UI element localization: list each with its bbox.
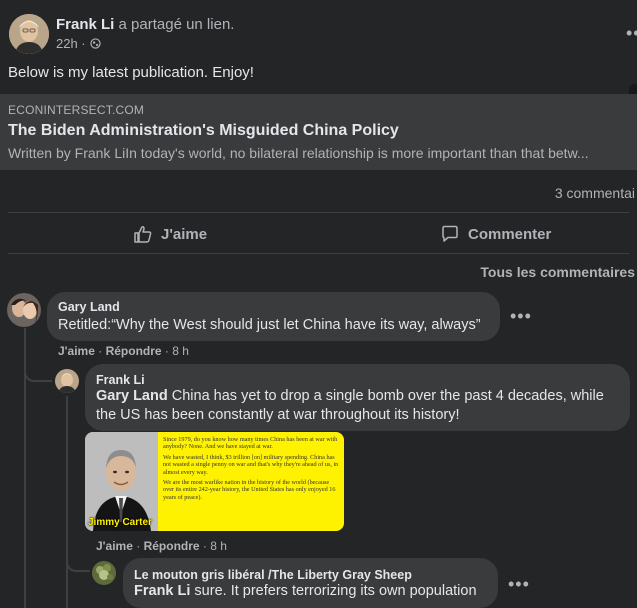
quote-paragraph: Since 1979, do you know how many times C… (163, 436, 338, 451)
nested-reply-more-options-icon[interactable]: ••• (508, 575, 530, 593)
post-meta: 22h · (56, 36, 101, 51)
comment-filter-dropdown[interactable]: Tous les commentaires (480, 264, 635, 280)
comment-more-options-icon[interactable]: ••• (510, 307, 532, 325)
author-name[interactable]: Frank Li (56, 16, 114, 33)
nested-reply-text: Frank Li sure. It prefers terrorizing it… (134, 582, 477, 601)
link-title[interactable]: The Biden Administration's Misguided Chi… (8, 122, 399, 140)
reply-time[interactable]: 8 h (210, 539, 227, 553)
thread-line (66, 396, 68, 608)
comment-button-label: Commenter (468, 225, 552, 243)
reply-reply-link[interactable]: Répondre (144, 539, 200, 553)
comment-like-link[interactable]: J'aime (58, 344, 95, 358)
comment-time[interactable]: 8 h (172, 344, 189, 358)
link-domain: ECONINTERSECT.COM (8, 103, 145, 117)
comment-text: Retitled:“Why the West should just let C… (58, 317, 481, 333)
jimmy-carter-photo: Jimmy Carter (85, 432, 158, 531)
commenter-avatar[interactable] (7, 293, 41, 327)
reply-mention[interactable]: Gary Land (96, 388, 168, 404)
author-avatar[interactable] (9, 14, 49, 54)
comment-meta: J'aime · Répondre · 8 h (58, 344, 189, 358)
quote-paragraph: We are the most warlike nation in the hi… (163, 479, 336, 501)
quote-text-block: Since 1979, do you know how many times C… (158, 432, 344, 531)
divider (8, 212, 629, 213)
reply-attachment-image[interactable]: Jimmy Carter Since 1979, do you know how… (85, 432, 344, 531)
link-preview[interactable]: ECONINTERSECT.COM The Biden Administrati… (0, 94, 637, 170)
comment-bubble: Gary Land Retitled:“Why the West should … (47, 292, 500, 341)
comment-author[interactable]: Gary Land (58, 300, 120, 314)
image-caption: Jimmy Carter (88, 517, 152, 528)
post-card: Frank Li a partagé un lien. 22h · •• Bel… (0, 0, 637, 608)
like-button-label: J'aime (161, 225, 208, 243)
reply-author-avatar[interactable] (55, 369, 79, 393)
quote-paragraph: We have wasted, I think, $3 trillion [on… (163, 453, 339, 476)
comment-reply-link[interactable]: Répondre (106, 344, 162, 358)
nested-reply-mention[interactable]: Frank Li (134, 583, 190, 599)
divider (8, 253, 629, 254)
post-action-text: a partagé un lien. (114, 16, 235, 33)
comment-icon (442, 225, 458, 242)
post-text: Below is my latest publication. Enjoy! (8, 64, 254, 81)
like-button[interactable]: J'aime (133, 224, 207, 244)
nested-reply-author[interactable]: Le mouton gris libéral /The Liberty Gray… (134, 568, 412, 582)
link-description: Written by Frank LiIn today's world, no … (8, 145, 589, 161)
post-more-options-icon[interactable]: •• (626, 24, 637, 42)
nested-reply-body: sure. It prefers terrorizing its own pop… (190, 583, 477, 599)
globe-icon (89, 38, 101, 49)
post-header: Frank Li a partagé un lien. (56, 16, 234, 33)
reply-meta: J'aime · Répondre · 8 h (96, 539, 227, 553)
reply-text: Gary Land China has yet to drop a single… (96, 387, 621, 425)
thumbs-up-icon (134, 226, 152, 243)
post-time[interactable]: 22h · (56, 36, 86, 51)
reply-author[interactable]: Frank Li (96, 373, 145, 387)
reply-bubble: Frank Li Gary Land China has yet to drop… (85, 364, 630, 431)
reply-like-link[interactable]: J'aime (96, 539, 133, 553)
comment-button[interactable]: Commenter (440, 224, 551, 244)
sheep-avatar[interactable] (92, 561, 116, 585)
comments-count[interactable]: 3 commentai (555, 185, 635, 201)
thread-connector (66, 545, 90, 572)
nested-reply-bubble: Le mouton gris libéral /The Liberty Gray… (123, 558, 498, 608)
thread-connector (24, 356, 52, 382)
reply-body: China has yet to drop a single bomb over… (96, 388, 604, 423)
